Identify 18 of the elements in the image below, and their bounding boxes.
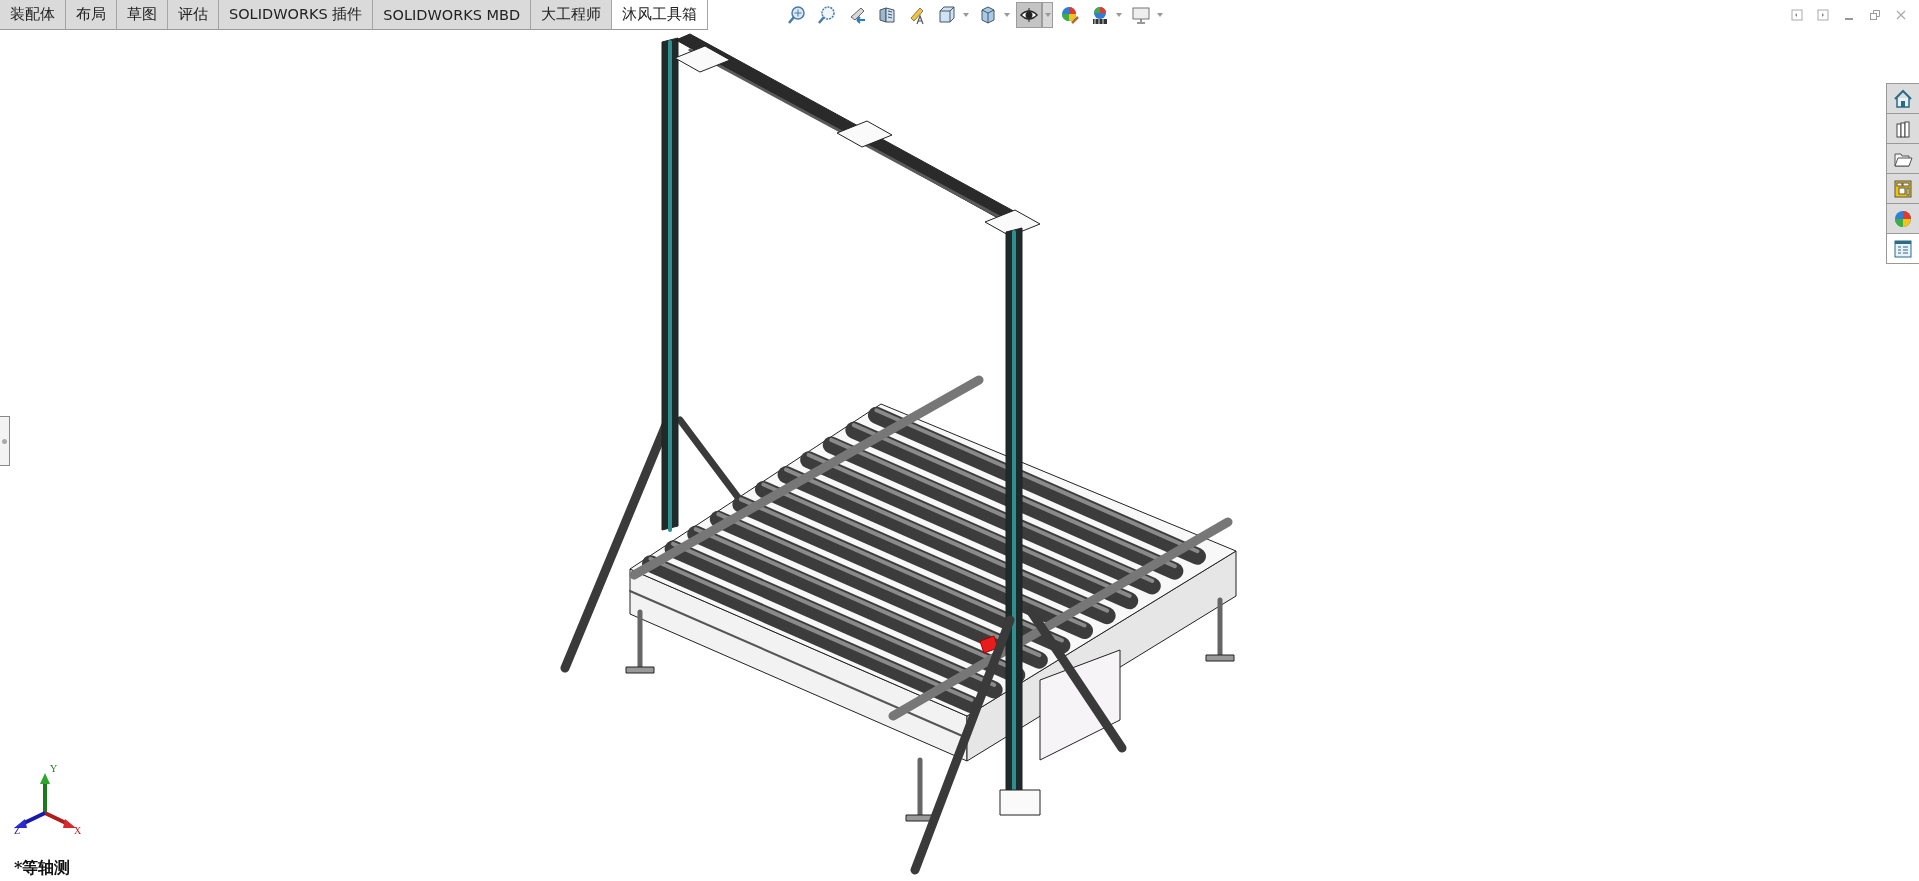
folder-icon[interactable]: [1887, 144, 1919, 174]
ribbon-tab[interactable]: 草图: [117, 0, 168, 29]
ribbon-tab[interactable]: SOLIDWORKS MBD: [373, 0, 532, 29]
books-icon[interactable]: [1887, 114, 1919, 144]
ribbon-tab[interactable]: 布局: [66, 0, 117, 29]
home-icon[interactable]: [1887, 84, 1919, 114]
close-icon[interactable]: [1895, 9, 1907, 21]
ribbon-tab[interactable]: SOLIDWORKS 插件: [219, 0, 374, 29]
z-axis-label: Z: [14, 826, 21, 836]
view-orientation-label: *等轴测: [14, 858, 71, 879]
hide-show-eye-icon[interactable]: [1016, 2, 1043, 28]
restore-icon[interactable]: [1869, 9, 1881, 21]
ribbon-tab[interactable]: 评估: [168, 0, 219, 29]
y-axis-label: Y: [50, 764, 58, 774]
panel-collapse-handle[interactable]: [0, 416, 10, 466]
x-axis-label: X: [74, 826, 82, 836]
ribbon-tab[interactable]: 装配体: [0, 0, 66, 29]
ribbon-tab[interactable]: 大工程师: [531, 0, 613, 29]
